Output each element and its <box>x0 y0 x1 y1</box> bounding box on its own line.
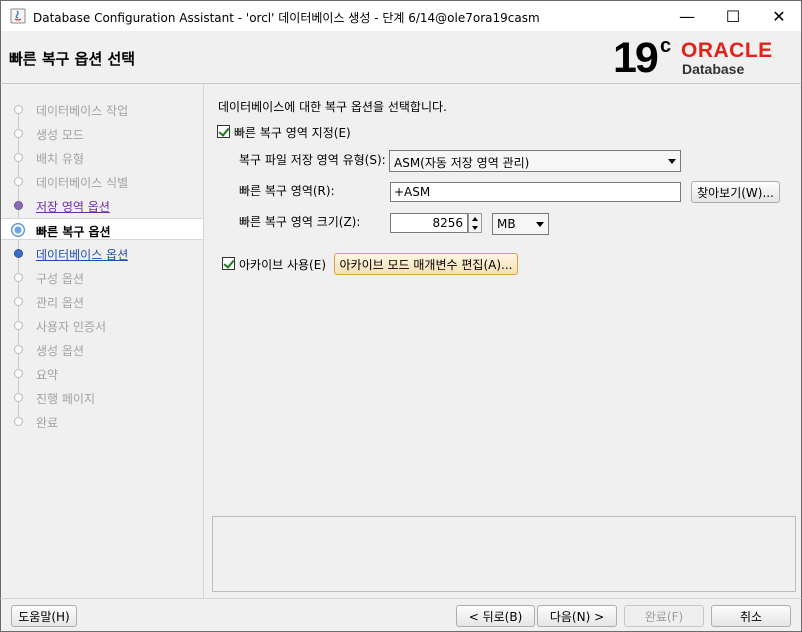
step-finish: 완료 <box>1 410 203 432</box>
step-database-operation: 데이터베이스 작업 <box>1 98 203 120</box>
step-progress-page: 진행 페이지 <box>1 386 203 408</box>
step-summary: 요약 <box>1 362 203 384</box>
spinner-up-icon <box>472 217 478 221</box>
archive-mode-checkbox-label[interactable]: 아카이브 사용(E) <box>239 256 326 273</box>
step-configuration-options: 구성 옵션 <box>1 266 203 288</box>
logo-version: 19 <box>613 34 659 82</box>
current-step-icon <box>11 223 25 237</box>
help-button[interactable]: 도움말(H) <box>11 605 77 627</box>
close-icon: ✕ <box>772 6 786 26</box>
step-dot-icon <box>14 321 23 330</box>
back-button[interactable]: < 뒤로(B) <box>456 605 535 627</box>
step-dot-icon <box>14 129 23 138</box>
fra-location-label: 빠른 복구 영역(R): <box>239 184 335 198</box>
fra-size-unit-value: MB <box>497 217 516 231</box>
wizard-header: 빠른 복구 옵션 선택 19 c ORACLE Database <box>0 31 802 84</box>
step-creation-mode: 생성 모드 <box>1 122 203 144</box>
next-button[interactable]: 다음(N) > <box>537 605 617 627</box>
step-dot-icon <box>14 105 23 114</box>
window-titlebar: Database Configuration Assistant - 'orcl… <box>0 0 802 31</box>
archive-mode-checkbox[interactable] <box>222 257 235 270</box>
step-dot-icon <box>14 201 23 210</box>
intro-text: 데이터베이스에 대한 복구 옵션을 선택합니다. <box>218 100 447 114</box>
wizard-content: 데이터베이스 작업 생성 모드 배치 유형 데이터베이스 식별 저장 영역 옵션… <box>0 84 802 598</box>
fra-location-value: +ASM <box>394 185 431 199</box>
step-dot-icon <box>14 345 23 354</box>
storage-type-value: ASM(자동 저장 영역 관리) <box>394 156 530 170</box>
fast-recovery-area-checkbox[interactable] <box>217 125 230 138</box>
step-storage-option[interactable]: 저장 영역 옵션 <box>1 194 203 216</box>
page-title: 빠른 복구 옵션 선택 <box>9 50 136 68</box>
storage-type-select[interactable]: ASM(자동 저장 영역 관리) <box>389 150 681 172</box>
spinner-down-icon <box>472 226 478 230</box>
step-dot-icon <box>14 393 23 402</box>
step-dot-icon <box>14 273 23 282</box>
step-management-options: 관리 옵션 <box>1 290 203 312</box>
step-deployment-type: 배치 유형 <box>1 146 203 168</box>
chevron-down-icon <box>668 159 676 164</box>
window-title: Database Configuration Assistant - 'orcl… <box>33 11 540 25</box>
step-dot-icon <box>14 297 23 306</box>
minimize-button[interactable]: — <box>664 1 710 31</box>
storage-type-label: 복구 파일 저장 영역 유형(S): <box>239 153 386 167</box>
step-creation-option: 생성 옵션 <box>1 338 203 360</box>
step-dot-icon <box>14 249 23 258</box>
fast-recovery-area-checkbox-label[interactable]: 빠른 복구 영역 지정(E) <box>234 124 351 141</box>
minimize-icon: — <box>679 6 695 26</box>
chevron-down-icon <box>536 222 544 227</box>
close-button[interactable]: ✕ <box>756 1 802 31</box>
fra-size-unit-select[interactable]: MB <box>492 213 549 235</box>
step-fast-recovery-option: 빠른 복구 옵션 <box>1 218 203 240</box>
logo-superscript: c <box>660 35 672 57</box>
step-database-identification: 데이터베이스 식별 <box>1 170 203 192</box>
edit-archive-params-button[interactable]: 아카이브 모드 매개변수 편집(A)... <box>334 253 518 275</box>
step-dot-icon <box>14 177 23 186</box>
fra-size-input[interactable]: 8256 <box>390 213 468 233</box>
wizard-footer: 도움말(H) < 뒤로(B) 다음(N) > 완료(F) 취소 <box>0 598 802 632</box>
logo-brand: ORACLE <box>681 39 773 62</box>
fra-size-spinner[interactable] <box>468 213 482 233</box>
message-area <box>212 516 796 592</box>
browse-button[interactable]: 찾아보기(W)... <box>691 181 780 203</box>
maximize-icon: ☐ <box>725 6 741 26</box>
finish-button: 완료(F) <box>624 605 704 627</box>
fra-size-value: 8256 <box>432 216 463 230</box>
step-navigator: 데이터베이스 작업 생성 모드 배치 유형 데이터베이스 식별 저장 영역 옵션… <box>1 84 203 598</box>
logo-product: Database <box>682 61 745 77</box>
step-dot-icon <box>14 369 23 378</box>
cancel-button[interactable]: 취소 <box>711 605 791 627</box>
fra-location-input[interactable]: +ASM <box>390 182 681 202</box>
step-dot-icon <box>14 417 23 426</box>
step-dot-icon <box>14 153 23 162</box>
main-panel: 데이터베이스에 대한 복구 옵션을 선택합니다. 빠른 복구 영역 지정(E) … <box>204 84 801 598</box>
step-database-options[interactable]: 데이터베이스 옵션 <box>1 242 203 264</box>
java-app-icon <box>10 8 26 24</box>
oracle-logo: 19 c ORACLE Database <box>613 34 793 82</box>
fra-size-label: 빠른 복구 영역 크기(Z): <box>239 215 361 229</box>
maximize-button[interactable]: ☐ <box>710 1 756 31</box>
step-user-credentials: 사용자 인증서 <box>1 314 203 336</box>
